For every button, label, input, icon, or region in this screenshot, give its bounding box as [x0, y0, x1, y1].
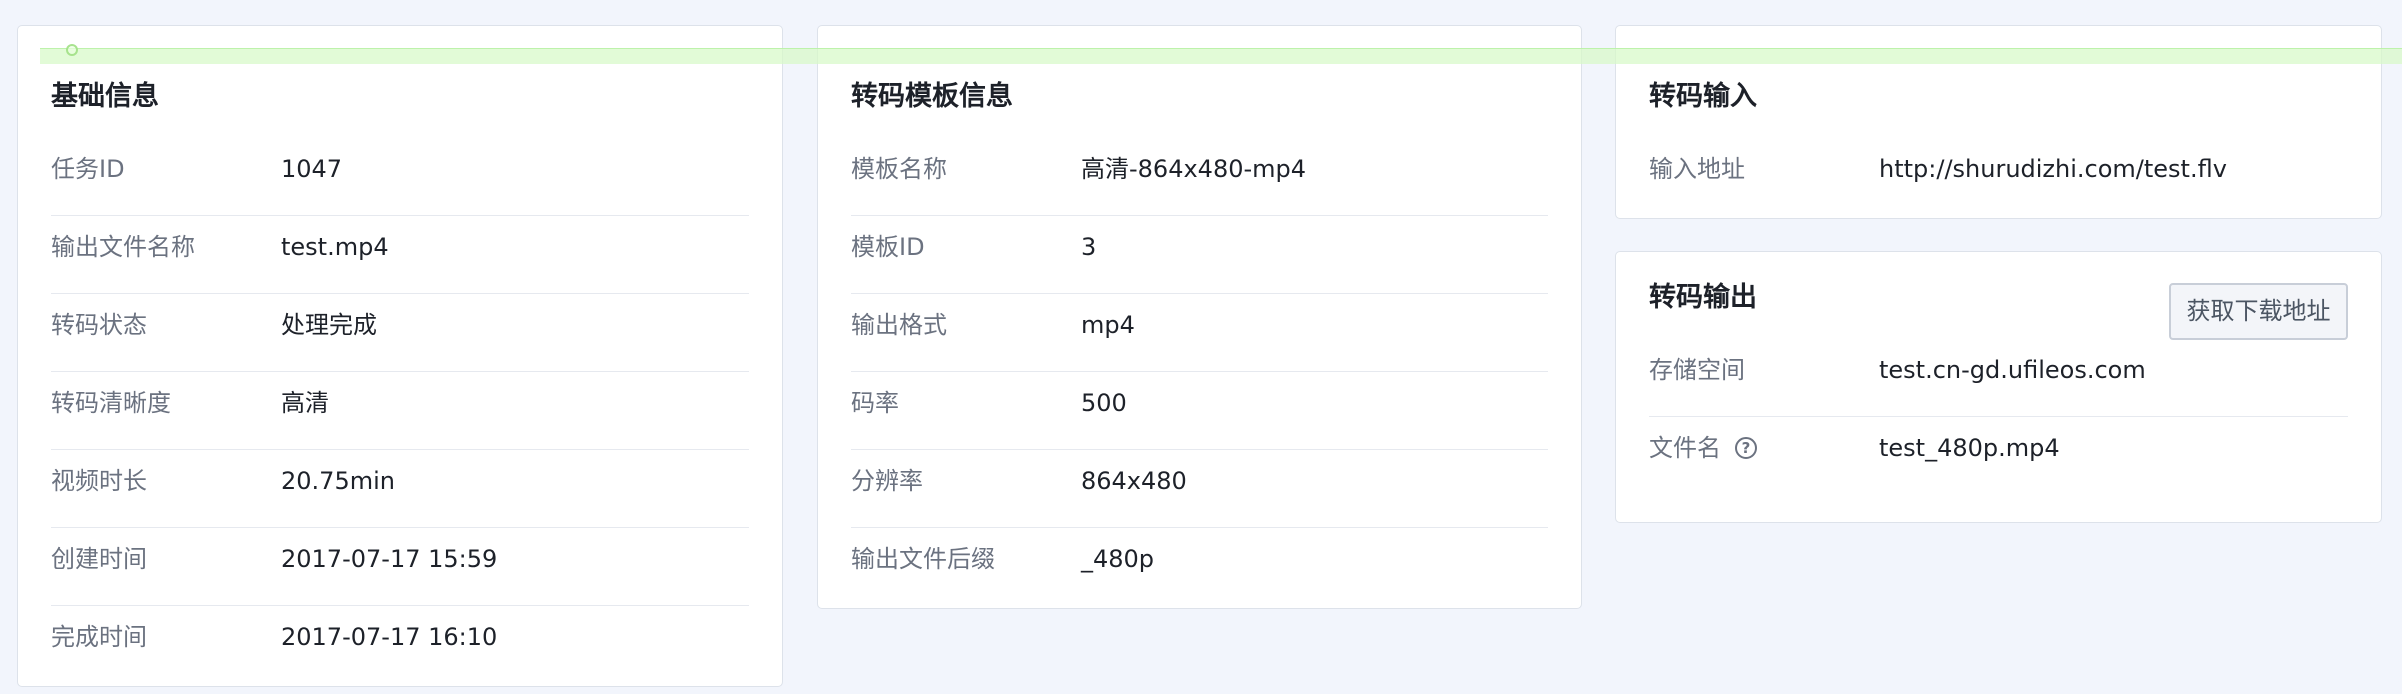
template-row-suffix: 输出文件后缀 _480p — [851, 528, 1548, 606]
row-label: 完成时间 — [51, 623, 147, 651]
row-value: 处理完成 — [281, 311, 377, 339]
row-label: 输入地址 — [1649, 155, 1745, 183]
info-row-status: 转码状态 处理完成 — [51, 294, 749, 372]
row-value: 20.75min — [281, 467, 395, 495]
template-info-title: 转码模板信息 — [851, 81, 1013, 112]
info-row-output-filename: 输出文件名称 test.mp4 — [51, 216, 749, 294]
row-value: test.mp4 — [281, 233, 389, 261]
row-value: _480p — [1081, 545, 1155, 573]
row-value: 3 — [1081, 233, 1097, 261]
basic-info-card: 基础信息 任务ID 1047 输出文件名称 test.mp4 转码状态 处理完成… — [17, 25, 783, 687]
row-label: 任务ID — [51, 155, 125, 183]
get-download-url-button[interactable]: 获取下载地址 — [2169, 283, 2348, 340]
row-label: 存储空间 — [1649, 356, 1745, 384]
row-label: 视频时长 — [51, 467, 147, 495]
template-row-bitrate: 码率 500 — [851, 372, 1548, 450]
row-label: 分辨率 — [851, 467, 923, 495]
output-row-storage: 存储空间 test.cn-gd.ufileos.com — [1649, 339, 2348, 417]
row-value: 864x480 — [1081, 467, 1187, 495]
row-value: 高清 — [281, 389, 329, 417]
row-label: 转码清晰度 — [51, 389, 171, 417]
template-row-resolution: 分辨率 864x480 — [851, 450, 1548, 528]
row-label: 输出格式 — [851, 311, 947, 339]
row-value: 高清-864x480-mp4 — [1081, 155, 1307, 183]
template-row-name: 模板名称 高清-864x480-mp4 — [851, 138, 1548, 216]
info-row-task-id: 任务ID 1047 — [51, 138, 749, 216]
transcode-input-card: 转码输入 输入地址 http://shurudizhi.com/test.flv — [1615, 25, 2382, 219]
row-value: 2017-07-17 16:10 — [281, 623, 498, 651]
transcode-output-card: 转码输出 获取下载地址 存储空间 test.cn-gd.ufileos.com … — [1615, 251, 2382, 523]
row-label: 输出文件后缀 — [851, 545, 995, 573]
row-label: 创建时间 — [51, 545, 147, 573]
template-row-format: 输出格式 mp4 — [851, 294, 1548, 372]
input-row-address: 输入地址 http://shurudizhi.com/test.flv — [1649, 138, 2348, 216]
help-icon[interactable]: ? — [1735, 437, 1757, 459]
row-label: 转码状态 — [51, 311, 147, 339]
info-row-created-time: 创建时间 2017-07-17 15:59 — [51, 528, 749, 606]
row-label-text: 文件名 — [1649, 434, 1721, 462]
output-row-filename: 文件名 ? test_480p.mp4 — [1649, 417, 2348, 495]
info-row-duration: 视频时长 20.75min — [51, 450, 749, 528]
row-label: 模板ID — [851, 233, 925, 261]
info-row-definition: 转码清晰度 高清 — [51, 372, 749, 450]
row-label: 文件名 ? — [1649, 417, 1757, 479]
row-value: 2017-07-17 15:59 — [281, 545, 498, 573]
basic-info-title: 基础信息 — [51, 81, 159, 112]
transcode-output-title: 转码输出 — [1649, 282, 1757, 313]
row-value: 500 — [1081, 389, 1127, 417]
row-label: 码率 — [851, 389, 899, 417]
row-value: test.cn-gd.ufileos.com — [1879, 356, 2146, 384]
row-value: http://shurudizhi.com/test.flv — [1879, 155, 2227, 183]
row-label: 模板名称 — [851, 155, 947, 183]
info-row-finished-time: 完成时间 2017-07-17 16:10 — [51, 606, 749, 684]
template-info-card: 转码模板信息 模板名称 高清-864x480-mp4 模板ID 3 输出格式 m… — [817, 25, 1582, 609]
transcode-input-title: 转码输入 — [1649, 81, 1757, 112]
row-value: test_480p.mp4 — [1879, 434, 2060, 462]
row-value: mp4 — [1081, 311, 1135, 339]
row-label: 输出文件名称 — [51, 233, 195, 261]
template-row-id: 模板ID 3 — [851, 216, 1548, 294]
row-value: 1047 — [281, 155, 343, 183]
